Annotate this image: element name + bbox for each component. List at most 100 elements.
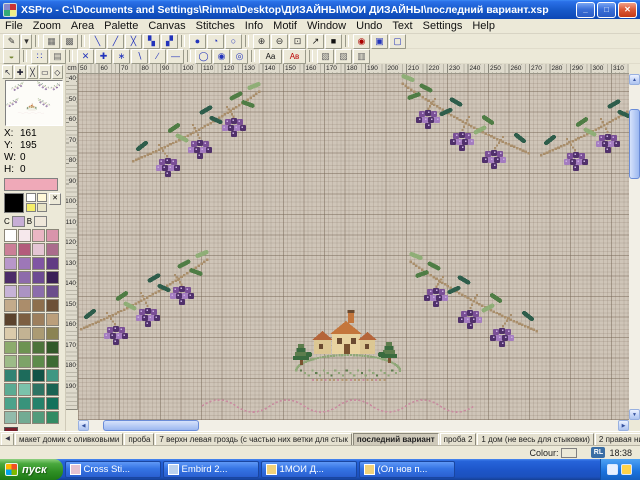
design-canvas[interactable] xyxy=(78,74,629,420)
palette-swatch[interactable] xyxy=(46,257,59,270)
tool-three-quarter-stitch-2[interactable]: ▞ xyxy=(161,34,178,49)
palette-swatch[interactable] xyxy=(32,257,45,270)
vertical-scrollbar[interactable]: ▲ ▼ xyxy=(629,74,640,420)
tool-font-cyrillic[interactable]: Aв xyxy=(283,49,306,64)
palette-swatch[interactable] xyxy=(18,243,31,256)
tool-petite-stitch[interactable]: ◔ xyxy=(207,34,224,49)
menu-undo[interactable]: Undo xyxy=(351,19,387,34)
title-bar[interactable]: XSPro - C:\Documents and Settings\Rimma\… xyxy=(0,0,640,19)
palette-swatch[interactable] xyxy=(46,299,59,312)
menu-canvas[interactable]: Canvas xyxy=(143,19,190,34)
tool-half-stitch-back[interactable]: ╲ xyxy=(89,34,106,49)
palette-swatch[interactable] xyxy=(4,285,17,298)
tool-solid-block[interactable]: ■ xyxy=(325,34,342,49)
tool-diamond-tool[interactable]: ◇ xyxy=(52,65,63,79)
document-tab[interactable]: проба xyxy=(124,433,154,445)
palette-swatch[interactable] xyxy=(4,411,17,424)
menu-palette[interactable]: Palette xyxy=(99,19,143,34)
tool-circle-double[interactable]: ◎ xyxy=(231,49,248,64)
quick-swatch[interactable] xyxy=(37,203,47,212)
palette-swatch[interactable] xyxy=(32,243,45,256)
tool-star-stitch[interactable]: ∗ xyxy=(113,49,130,64)
scroll-down-button[interactable]: ▼ xyxy=(629,409,640,420)
tool-center-view[interactable]: ◉ xyxy=(353,34,370,49)
palette-swatch[interactable] xyxy=(18,313,31,326)
remove-color-button[interactable]: ✕ xyxy=(49,193,61,205)
palette-swatch[interactable] xyxy=(18,271,31,284)
palette-swatch[interactable] xyxy=(4,369,17,382)
tool-font-normal[interactable]: Aa xyxy=(259,49,282,64)
palette-swatch[interactable] xyxy=(4,397,17,410)
vertical-scroll-track[interactable] xyxy=(629,85,640,409)
palette-swatch[interactable] xyxy=(4,243,17,256)
palette-swatch[interactable] xyxy=(32,411,45,424)
scroll-up-button[interactable]: ▲ xyxy=(629,74,640,85)
horizontal-scrollbar[interactable]: ◀ ▶ xyxy=(78,420,629,431)
scroll-left-button[interactable]: ◀ xyxy=(78,420,89,431)
tab-scroll-left-button[interactable]: ◀ xyxy=(1,433,14,445)
palette-swatch[interactable] xyxy=(18,383,31,396)
tool-block-view[interactable]: ▩ xyxy=(61,34,78,49)
palette-swatch[interactable] xyxy=(18,257,31,270)
tool-zoom-in[interactable]: ⊕ xyxy=(253,34,270,49)
palette-swatch[interactable] xyxy=(46,313,59,326)
quick-swatch[interactable] xyxy=(26,203,36,212)
document-tab[interactable]: 1 дом (не весь для стыковки) xyxy=(477,433,594,445)
scroll-right-button[interactable]: ▶ xyxy=(618,420,629,431)
document-tab[interactable]: проба 2 xyxy=(440,433,477,445)
tool-full-stitch[interactable]: ╳ xyxy=(125,34,142,49)
palette-swatch[interactable] xyxy=(18,285,31,298)
tray-icon[interactable] xyxy=(607,464,618,475)
palette-swatch[interactable] xyxy=(18,229,31,242)
c-color-swatch[interactable] xyxy=(12,216,25,227)
menu-window[interactable]: Window xyxy=(302,19,351,34)
document-tab[interactable]: последний вариант xyxy=(353,433,439,445)
palette-swatch[interactable] xyxy=(32,299,45,312)
palette-swatch[interactable] xyxy=(46,355,59,368)
menu-motif[interactable]: Motif xyxy=(268,19,302,34)
palette-swatch[interactable] xyxy=(18,397,31,410)
menu-area[interactable]: Area xyxy=(66,19,99,34)
tool-pattern-dots[interactable]: ∷ xyxy=(31,49,48,64)
palette-swatch[interactable] xyxy=(32,355,45,368)
palette-swatch[interactable] xyxy=(18,341,31,354)
current-color-swatch[interactable] xyxy=(4,178,58,191)
tool-pencil-tool[interactable]: ✎ xyxy=(3,34,20,49)
menu-zoom[interactable]: Zoom xyxy=(28,19,66,34)
menu-file[interactable]: File xyxy=(0,19,28,34)
palette-swatch[interactable] xyxy=(18,369,31,382)
menu-text[interactable]: Text xyxy=(387,19,417,34)
close-button[interactable]: ✕ xyxy=(618,2,637,18)
palette-swatch[interactable] xyxy=(18,411,31,424)
palette-swatch[interactable] xyxy=(32,271,45,284)
menu-info[interactable]: Info xyxy=(240,19,268,34)
menu-stitches[interactable]: Stitches xyxy=(191,19,240,34)
tool-select-tool[interactable]: ↖ xyxy=(2,65,13,79)
palette-swatch[interactable] xyxy=(4,383,17,396)
tool-french-knot[interactable]: ● xyxy=(189,34,206,49)
minimize-button[interactable]: _ xyxy=(576,2,595,18)
palette-swatch[interactable] xyxy=(32,285,45,298)
b-color-swatch[interactable] xyxy=(34,216,47,227)
palette-swatch[interactable] xyxy=(46,397,59,410)
taskbar-task[interactable]: (Ол нов п... xyxy=(359,461,455,478)
palette-swatch[interactable] xyxy=(4,313,17,326)
palette-swatch[interactable] xyxy=(46,383,59,396)
taskbar-task[interactable]: 1МОИ Д... xyxy=(261,461,357,478)
document-tab[interactable]: 2 правая них гр xyxy=(595,433,640,445)
palette-swatch[interactable] xyxy=(32,229,45,242)
tool-straight-stitch[interactable]: — xyxy=(167,49,184,64)
quick-swatch[interactable] xyxy=(26,193,36,202)
vertical-scroll-thumb[interactable] xyxy=(629,109,640,179)
palette-swatch[interactable] xyxy=(4,327,17,340)
palette-swatch[interactable] xyxy=(4,257,17,270)
palette-swatch[interactable] xyxy=(32,313,45,326)
palette-swatch[interactable] xyxy=(18,355,31,368)
document-tab[interactable]: макет домик с оливковыми xyxy=(15,433,123,445)
palette-swatch[interactable] xyxy=(46,327,59,340)
palette-swatch[interactable] xyxy=(18,327,31,340)
tool-three-quarter-stitch-1[interactable]: ▚ xyxy=(143,34,160,49)
tool-circle-filled[interactable]: ◉ xyxy=(213,49,230,64)
document-tab[interactable]: 7 верхн левая гроздь (с частью них ветки… xyxy=(155,433,352,445)
tool-circle-outline[interactable]: ◯ xyxy=(195,49,212,64)
